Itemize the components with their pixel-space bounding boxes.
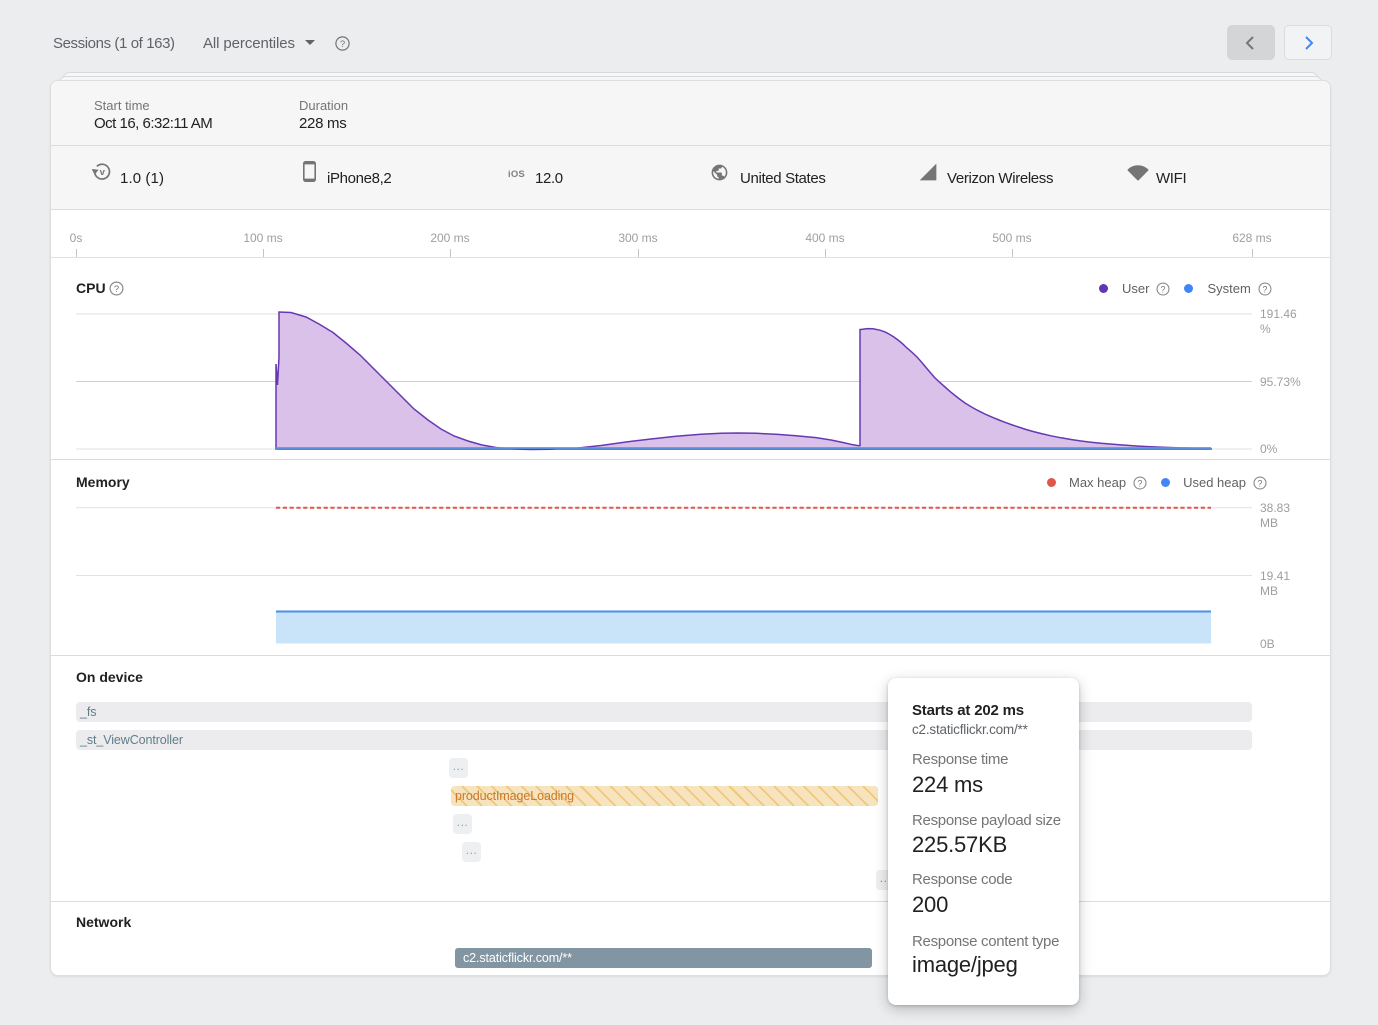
svg-text:?: ? bbox=[340, 39, 345, 50]
svg-text:v: v bbox=[100, 167, 106, 178]
